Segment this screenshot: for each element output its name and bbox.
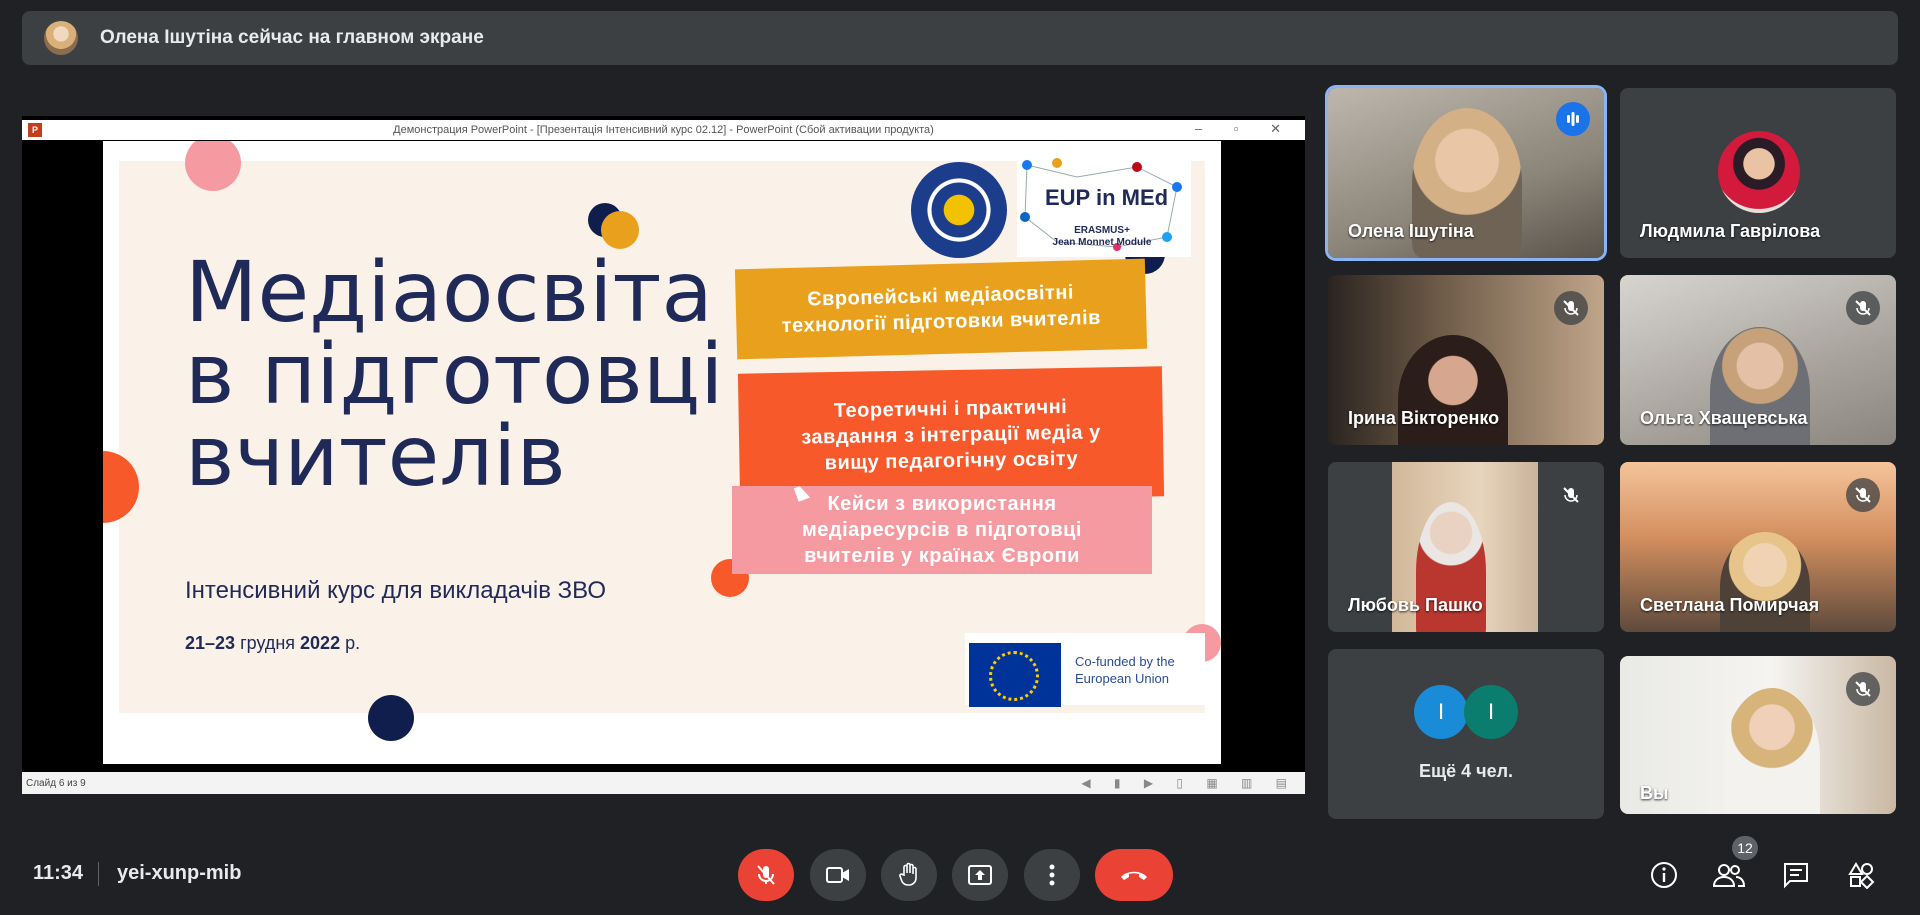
dates-year: 2022 xyxy=(300,633,341,653)
muted-mic-icon xyxy=(1846,478,1880,512)
present-screen-icon xyxy=(968,865,992,885)
eup-in-med-logo: EUP in MEd ERASMUS+ Jean Monnet Module xyxy=(1017,157,1191,257)
participant-tile[interactable]: Любовь Пашко xyxy=(1328,462,1604,632)
dates-range: 21–23 xyxy=(185,633,236,653)
people-button[interactable] xyxy=(1709,855,1749,895)
slide-dates: 21–23 грудня 2022 р. xyxy=(185,633,360,654)
activities-shapes-icon xyxy=(1848,862,1875,889)
dates-suffix: р. xyxy=(340,633,361,653)
more-participants-label: Ещё 4 чел. xyxy=(1418,761,1514,781)
tag-line: медіаресурсів в підготовці xyxy=(802,519,1082,541)
powerpoint-icon: P xyxy=(28,123,42,137)
hand-icon xyxy=(899,862,917,886)
participant-tile[interactable]: Ольга Хващевська xyxy=(1620,275,1896,445)
presenter-avatar xyxy=(44,21,78,55)
raise-hand-button[interactable] xyxy=(881,849,937,901)
shared-screen: P Демонстрация PowerPoint - [Презентація… xyxy=(22,116,1305,794)
info-icon xyxy=(1651,862,1677,888)
title-line: Медіаосвіта xyxy=(185,243,713,341)
activities-button[interactable] xyxy=(1841,855,1881,895)
eup-subtitle-line: ERASMUS+ xyxy=(1074,225,1130,236)
participant-video xyxy=(1720,532,1810,632)
participant-avatar xyxy=(1718,131,1800,213)
tag-line: вчителів у країнах Європи xyxy=(804,545,1080,567)
participant-video xyxy=(1724,688,1820,814)
powerpoint-status-bar: Слайд 6 из 9 ◀ ▮ ▶ ▯ ▦ ▥ ▤ xyxy=(22,772,1305,794)
participants-count-badge: 12 xyxy=(1732,836,1758,860)
muted-mic-icon xyxy=(1846,672,1880,706)
tag-line: Кейси з використання xyxy=(827,493,1057,515)
window-title: Демонстрация PowerPoint - [Презентація І… xyxy=(393,124,934,136)
end-call-icon xyxy=(1121,871,1147,880)
muted-mic-icon xyxy=(1554,478,1588,512)
present-screen-button[interactable] xyxy=(952,849,1008,901)
cofunded-line: Co-funded by the xyxy=(1075,654,1175,669)
window-controls: – ▫ ✕ xyxy=(1195,121,1295,136)
topic-tag-2: Теоретичні і практичні завдання з інтегр… xyxy=(737,366,1165,504)
muted-mic-icon xyxy=(1846,291,1880,325)
mic-off-icon xyxy=(757,865,775,885)
decor-dot xyxy=(368,695,414,741)
participant-tile[interactable]: Людмила Гаврілова xyxy=(1620,88,1896,258)
chat-button[interactable] xyxy=(1776,855,1816,895)
cofunded-text: Co-funded by the European Union xyxy=(1075,653,1175,687)
tag-line: вищу педагогічну освіту xyxy=(824,447,1079,475)
participant-name: Светлана Помирчая xyxy=(1640,595,1820,615)
eu-cofunded-logo: Co-funded by the European Union xyxy=(965,633,1205,707)
divider xyxy=(98,862,99,886)
participant-tile[interactable]: Ірина Вікторенко xyxy=(1328,275,1604,445)
participant-name: Ольга Хващевська xyxy=(1640,408,1808,428)
more-vert-icon xyxy=(1049,864,1055,886)
speaking-indicator-icon xyxy=(1556,102,1590,136)
participant-tile-self[interactable]: Вы xyxy=(1620,656,1896,814)
participant-tile[interactable]: Светлана Помирчая xyxy=(1620,462,1896,632)
participant-avatar: I xyxy=(1414,685,1468,739)
participant-name: Вы xyxy=(1640,783,1669,803)
slide-title: Медіаосвіта в підготовці вчителів xyxy=(185,243,724,505)
participant-name: Ірина Вікторенко xyxy=(1348,408,1500,428)
meeting-details-button[interactable] xyxy=(1644,855,1684,895)
participant-name: Людмила Гаврілова xyxy=(1640,221,1821,241)
eup-subtitle: ERASMUS+ Jean Monnet Module xyxy=(1037,225,1167,249)
topic-tag-1: Європейські медіаосвітні технології підг… xyxy=(734,258,1148,360)
eup-title: EUP in MEd xyxy=(1045,185,1169,210)
leave-call-button[interactable] xyxy=(1095,849,1173,901)
camera-toggle-button[interactable] xyxy=(810,849,866,901)
slide-counter: Слайд 6 из 9 xyxy=(26,777,86,789)
university-seal-logo xyxy=(911,162,1007,258)
chat-icon xyxy=(1784,863,1808,889)
slide: Медіаосвіта в підготовці вчителів Інтенс… xyxy=(103,141,1221,764)
presenter-banner: Олена Ішутіна сейчас на главном экране xyxy=(22,11,1898,65)
title-line: в підготовці xyxy=(185,325,724,423)
slide-subtitle: Інтенсивний курс для викладачів ЗВО xyxy=(185,577,607,604)
eup-subtitle-line: Jean Monnet Module xyxy=(1052,237,1152,248)
eu-flag-icon xyxy=(969,643,1061,707)
presenter-banner-text: Олена Ішутіна сейчас на главном экране xyxy=(100,27,484,48)
muted-mic-icon xyxy=(1554,291,1588,325)
people-icon xyxy=(1713,864,1745,887)
microphone-toggle-button[interactable] xyxy=(738,849,794,901)
video-camera-icon xyxy=(826,867,849,883)
participant-name: Олена Ішутіна xyxy=(1348,221,1474,241)
more-participants-tile[interactable]: I I Ещё 4 чел. xyxy=(1328,649,1604,819)
participant-name: Любовь Пашко xyxy=(1348,595,1483,615)
dates-month: грудня xyxy=(235,633,301,653)
more-options-button[interactable] xyxy=(1024,849,1080,901)
participant-avatar: I xyxy=(1464,685,1518,739)
meeting-code: yei-xunp-mib xyxy=(117,862,242,884)
participant-tile[interactable]: Олена Ішутіна xyxy=(1328,88,1604,258)
meeting-time: 11:34 xyxy=(33,862,84,884)
powerpoint-title-bar: P Демонстрация PowerPoint - [Презентація… xyxy=(22,120,1305,140)
slideshow-controls[interactable]: ◀ ▮ ▶ ▯ ▦ ▥ ▤ xyxy=(1081,776,1297,790)
cofunded-line: European Union xyxy=(1075,671,1169,686)
topic-tag-3: Кейси з використання медіаресурсів в під… xyxy=(732,486,1152,574)
title-line: вчителів xyxy=(185,407,566,505)
